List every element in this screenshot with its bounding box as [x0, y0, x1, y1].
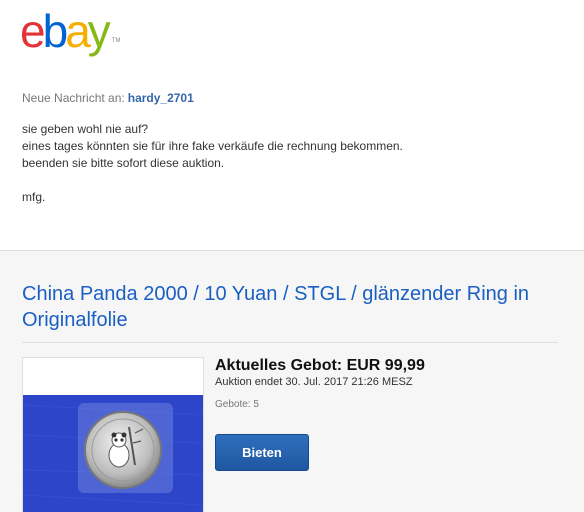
current-bid-price: Aktuelles Gebot: EUR 99,99	[215, 357, 425, 374]
logo-trademark: TM	[111, 38, 121, 44]
listing-title-link[interactable]: China Panda 2000 / 10 Yuan / STGL / glän…	[22, 281, 562, 333]
logo-letter-b: b	[42, 5, 69, 57]
message-recipient-line: Neue Nachricht an: hardy_2701	[22, 91, 194, 105]
logo-letter-a: a	[65, 5, 91, 57]
bid-count: Gebote: 5	[215, 399, 259, 410]
listing-image[interactable]	[22, 357, 204, 512]
message-line: sie geben wohl nie auf?	[22, 122, 149, 136]
message-body: sie geben wohl nie auf? eines tages könn…	[22, 121, 562, 206]
message-line: mfg.	[22, 190, 46, 204]
message-line: beenden sie bitte sofort diese auktion.	[22, 156, 225, 170]
logo-letter-e: e	[20, 5, 46, 57]
bid-button[interactable]: Bieten	[215, 434, 309, 471]
listing-divider	[22, 342, 558, 343]
logo-letter-y: y	[87, 5, 111, 57]
auction-end-time: Auktion endet 30. Jul. 2017 21:26 MESZ	[215, 376, 413, 388]
recipient-label: Neue Nachricht an:	[22, 91, 125, 105]
message-line: eines tages könnten sie für ihre fake ve…	[22, 139, 403, 153]
silver-panda-coin-photo-icon	[23, 395, 203, 512]
ebay-logo: ebay TM	[20, 6, 120, 66]
recipient-username-link[interactable]: hardy_2701	[128, 91, 194, 105]
